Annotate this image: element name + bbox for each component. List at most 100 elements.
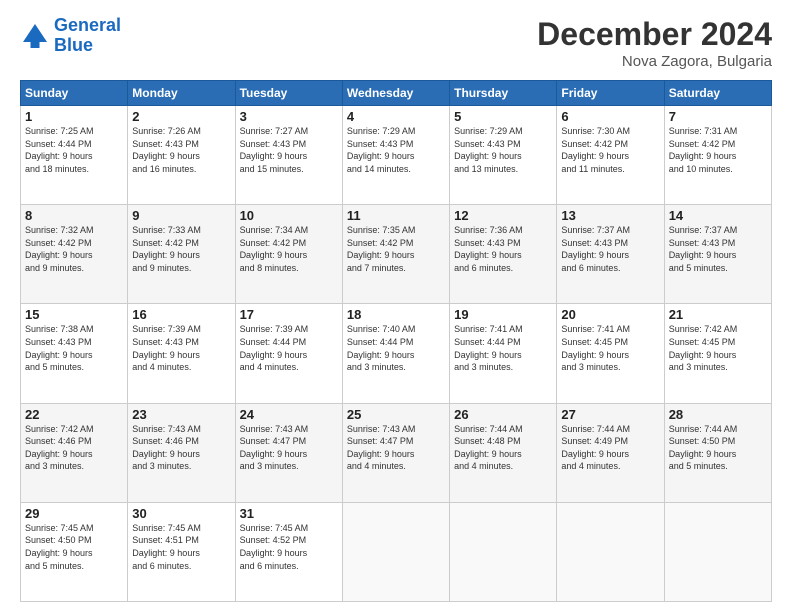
day-info: Sunrise: 7:27 AM Sunset: 4:43 PM Dayligh… [240, 125, 338, 175]
day-info: Sunrise: 7:43 AM Sunset: 4:47 PM Dayligh… [347, 423, 445, 473]
day-info: Sunrise: 7:44 AM Sunset: 4:50 PM Dayligh… [669, 423, 767, 473]
day-info: Sunrise: 7:41 AM Sunset: 4:44 PM Dayligh… [454, 323, 552, 373]
calendar-cell: 4Sunrise: 7:29 AM Sunset: 4:43 PM Daylig… [342, 106, 449, 205]
calendar-cell: 7Sunrise: 7:31 AM Sunset: 4:42 PM Daylig… [664, 106, 771, 205]
calendar-cell [342, 502, 449, 601]
calendar-cell: 6Sunrise: 7:30 AM Sunset: 4:42 PM Daylig… [557, 106, 664, 205]
day-info: Sunrise: 7:43 AM Sunset: 4:46 PM Dayligh… [132, 423, 230, 473]
week-row-2: 15Sunrise: 7:38 AM Sunset: 4:43 PM Dayli… [21, 304, 772, 403]
weekday-header-thursday: Thursday [450, 81, 557, 106]
day-number: 6 [561, 109, 659, 124]
header: General Blue December 2024 Nova Zagora, … [20, 16, 772, 70]
logo-line1: General [54, 15, 121, 35]
day-number: 26 [454, 407, 552, 422]
calendar-cell: 22Sunrise: 7:42 AM Sunset: 4:46 PM Dayli… [21, 403, 128, 502]
day-info: Sunrise: 7:25 AM Sunset: 4:44 PM Dayligh… [25, 125, 123, 175]
calendar-cell: 27Sunrise: 7:44 AM Sunset: 4:49 PM Dayli… [557, 403, 664, 502]
weekday-header-monday: Monday [128, 81, 235, 106]
day-info: Sunrise: 7:35 AM Sunset: 4:42 PM Dayligh… [347, 224, 445, 274]
calendar-body: 1Sunrise: 7:25 AM Sunset: 4:44 PM Daylig… [21, 106, 772, 602]
day-number: 16 [132, 307, 230, 322]
day-info: Sunrise: 7:45 AM Sunset: 4:52 PM Dayligh… [240, 522, 338, 572]
day-info: Sunrise: 7:38 AM Sunset: 4:43 PM Dayligh… [25, 323, 123, 373]
day-info: Sunrise: 7:29 AM Sunset: 4:43 PM Dayligh… [454, 125, 552, 175]
day-number: 7 [669, 109, 767, 124]
day-info: Sunrise: 7:26 AM Sunset: 4:43 PM Dayligh… [132, 125, 230, 175]
week-row-1: 8Sunrise: 7:32 AM Sunset: 4:42 PM Daylig… [21, 205, 772, 304]
day-info: Sunrise: 7:41 AM Sunset: 4:45 PM Dayligh… [561, 323, 659, 373]
day-number: 4 [347, 109, 445, 124]
day-number: 10 [240, 208, 338, 223]
calendar-cell: 25Sunrise: 7:43 AM Sunset: 4:47 PM Dayli… [342, 403, 449, 502]
day-number: 8 [25, 208, 123, 223]
calendar-cell: 13Sunrise: 7:37 AM Sunset: 4:43 PM Dayli… [557, 205, 664, 304]
day-info: Sunrise: 7:30 AM Sunset: 4:42 PM Dayligh… [561, 125, 659, 175]
day-number: 5 [454, 109, 552, 124]
day-number: 18 [347, 307, 445, 322]
day-number: 15 [25, 307, 123, 322]
calendar-cell: 23Sunrise: 7:43 AM Sunset: 4:46 PM Dayli… [128, 403, 235, 502]
week-row-4: 29Sunrise: 7:45 AM Sunset: 4:50 PM Dayli… [21, 502, 772, 601]
calendar-cell: 15Sunrise: 7:38 AM Sunset: 4:43 PM Dayli… [21, 304, 128, 403]
day-info: Sunrise: 7:44 AM Sunset: 4:48 PM Dayligh… [454, 423, 552, 473]
day-number: 24 [240, 407, 338, 422]
location: Nova Zagora, Bulgaria [537, 53, 772, 70]
calendar-cell [664, 502, 771, 601]
calendar-cell: 2Sunrise: 7:26 AM Sunset: 4:43 PM Daylig… [128, 106, 235, 205]
day-info: Sunrise: 7:29 AM Sunset: 4:43 PM Dayligh… [347, 125, 445, 175]
weekday-header-wednesday: Wednesday [342, 81, 449, 106]
day-number: 17 [240, 307, 338, 322]
day-number: 19 [454, 307, 552, 322]
calendar-cell: 18Sunrise: 7:40 AM Sunset: 4:44 PM Dayli… [342, 304, 449, 403]
calendar-cell: 10Sunrise: 7:34 AM Sunset: 4:42 PM Dayli… [235, 205, 342, 304]
calendar: SundayMondayTuesdayWednesdayThursdayFrid… [20, 80, 772, 602]
calendar-cell: 21Sunrise: 7:42 AM Sunset: 4:45 PM Dayli… [664, 304, 771, 403]
calendar-cell: 17Sunrise: 7:39 AM Sunset: 4:44 PM Dayli… [235, 304, 342, 403]
calendar-cell: 11Sunrise: 7:35 AM Sunset: 4:42 PM Dayli… [342, 205, 449, 304]
calendar-cell: 5Sunrise: 7:29 AM Sunset: 4:43 PM Daylig… [450, 106, 557, 205]
day-info: Sunrise: 7:37 AM Sunset: 4:43 PM Dayligh… [561, 224, 659, 274]
day-info: Sunrise: 7:44 AM Sunset: 4:49 PM Dayligh… [561, 423, 659, 473]
calendar-cell: 9Sunrise: 7:33 AM Sunset: 4:42 PM Daylig… [128, 205, 235, 304]
weekday-header-tuesday: Tuesday [235, 81, 342, 106]
calendar-cell [450, 502, 557, 601]
day-info: Sunrise: 7:32 AM Sunset: 4:42 PM Dayligh… [25, 224, 123, 274]
week-row-3: 22Sunrise: 7:42 AM Sunset: 4:46 PM Dayli… [21, 403, 772, 502]
calendar-cell: 28Sunrise: 7:44 AM Sunset: 4:50 PM Dayli… [664, 403, 771, 502]
day-info: Sunrise: 7:43 AM Sunset: 4:47 PM Dayligh… [240, 423, 338, 473]
day-number: 1 [25, 109, 123, 124]
day-number: 2 [132, 109, 230, 124]
day-number: 28 [669, 407, 767, 422]
day-info: Sunrise: 7:31 AM Sunset: 4:42 PM Dayligh… [669, 125, 767, 175]
day-info: Sunrise: 7:34 AM Sunset: 4:42 PM Dayligh… [240, 224, 338, 274]
day-number: 14 [669, 208, 767, 223]
day-number: 21 [669, 307, 767, 322]
day-number: 3 [240, 109, 338, 124]
day-number: 23 [132, 407, 230, 422]
calendar-cell: 29Sunrise: 7:45 AM Sunset: 4:50 PM Dayli… [21, 502, 128, 601]
calendar-cell: 26Sunrise: 7:44 AM Sunset: 4:48 PM Dayli… [450, 403, 557, 502]
day-number: 27 [561, 407, 659, 422]
calendar-cell: 12Sunrise: 7:36 AM Sunset: 4:43 PM Dayli… [450, 205, 557, 304]
day-info: Sunrise: 7:33 AM Sunset: 4:42 PM Dayligh… [132, 224, 230, 274]
weekday-header-friday: Friday [557, 81, 664, 106]
day-info: Sunrise: 7:36 AM Sunset: 4:43 PM Dayligh… [454, 224, 552, 274]
logo: General Blue [20, 16, 121, 56]
calendar-cell: 14Sunrise: 7:37 AM Sunset: 4:43 PM Dayli… [664, 205, 771, 304]
day-number: 11 [347, 208, 445, 223]
day-info: Sunrise: 7:39 AM Sunset: 4:44 PM Dayligh… [240, 323, 338, 373]
calendar-cell: 16Sunrise: 7:39 AM Sunset: 4:43 PM Dayli… [128, 304, 235, 403]
day-number: 13 [561, 208, 659, 223]
day-info: Sunrise: 7:42 AM Sunset: 4:45 PM Dayligh… [669, 323, 767, 373]
day-info: Sunrise: 7:45 AM Sunset: 4:51 PM Dayligh… [132, 522, 230, 572]
calendar-cell: 3Sunrise: 7:27 AM Sunset: 4:43 PM Daylig… [235, 106, 342, 205]
weekday-header-row: SundayMondayTuesdayWednesdayThursdayFrid… [21, 81, 772, 106]
day-number: 22 [25, 407, 123, 422]
day-number: 30 [132, 506, 230, 521]
calendar-cell: 30Sunrise: 7:45 AM Sunset: 4:51 PM Dayli… [128, 502, 235, 601]
calendar-cell: 1Sunrise: 7:25 AM Sunset: 4:44 PM Daylig… [21, 106, 128, 205]
calendar-cell: 31Sunrise: 7:45 AM Sunset: 4:52 PM Dayli… [235, 502, 342, 601]
weekday-header-saturday: Saturday [664, 81, 771, 106]
calendar-cell [557, 502, 664, 601]
calendar-cell: 20Sunrise: 7:41 AM Sunset: 4:45 PM Dayli… [557, 304, 664, 403]
